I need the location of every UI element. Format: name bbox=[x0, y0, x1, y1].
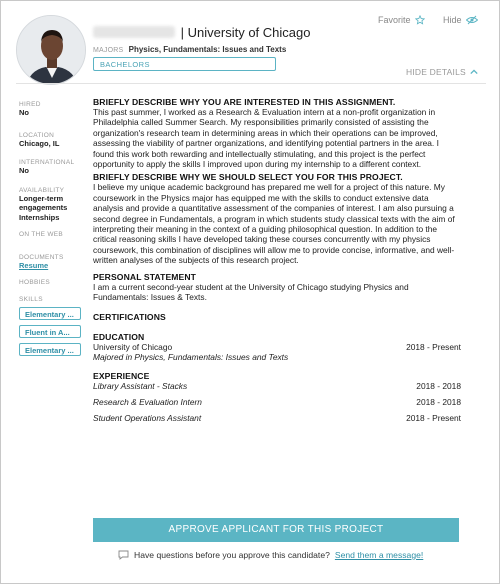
education-row: University of Chicago 2018 - Present bbox=[93, 342, 461, 352]
avatar-photo bbox=[17, 16, 85, 84]
approve-applicant-button[interactable]: APPROVE APPLICANT FOR THIS PROJECT bbox=[93, 518, 459, 542]
availability-line: engagements bbox=[19, 203, 68, 212]
hide-button[interactable]: Hide bbox=[443, 15, 478, 25]
avatar bbox=[16, 15, 86, 85]
chevron-up-icon bbox=[470, 69, 478, 75]
international-value: No bbox=[19, 166, 29, 175]
experience-title: Student Operations Assistant bbox=[93, 413, 202, 424]
experience-dates: 2018 - 2018 bbox=[416, 381, 461, 392]
candidate-name-redacted bbox=[93, 26, 175, 38]
question-heading: BRIEFLY DESCRIBE WHY WE SHOULD SELECT YO… bbox=[93, 172, 403, 183]
question-heading: BRIEFLY DESCRIBE WHY YOU ARE INTERESTED … bbox=[93, 97, 396, 107]
experience-title: Library Assistant - Stacks bbox=[93, 381, 188, 392]
experience-row: Research & Evaluation Intern 2018 - 2018 bbox=[93, 397, 461, 407]
degree-badge: BACHELORS bbox=[93, 57, 276, 71]
chat-bubble-icon bbox=[118, 550, 129, 560]
skill-tag[interactable]: Fluent in A... bbox=[19, 325, 81, 338]
school-name: University of Chicago bbox=[187, 25, 311, 40]
location-label: LOCATION bbox=[19, 131, 55, 139]
personal-statement-heading: PERSONAL STATEMENT bbox=[93, 271, 197, 282]
availability-line: Longer-term bbox=[19, 193, 64, 203]
experience-row: Student Operations Assistant 2018 - Pres… bbox=[93, 413, 461, 423]
favorite-label: Favorite bbox=[378, 15, 411, 25]
documents-label: DOCUMENTS bbox=[19, 254, 64, 261]
star-icon bbox=[414, 15, 425, 25]
certifications-heading: CERTIFICATIONS bbox=[93, 311, 166, 322]
questions-footer: Have questions before you approve this c… bbox=[118, 550, 423, 560]
candidate-card: | University of Chicago MAJORS Physics, … bbox=[0, 0, 500, 584]
favorite-button[interactable]: Favorite bbox=[378, 15, 425, 25]
skill-tag[interactable]: Elementary ... bbox=[19, 307, 81, 320]
location-value: Chicago, IL bbox=[19, 138, 60, 148]
hide-details-label: HIDE DETAILS bbox=[406, 67, 466, 77]
skill-tag[interactable]: Elementary ... bbox=[19, 343, 81, 356]
hired-label: HIRED bbox=[19, 101, 41, 108]
hobbies-label: HOBBIES bbox=[19, 279, 50, 286]
experience-dates: 2018 - 2018 bbox=[416, 396, 461, 407]
resume-link[interactable]: Resume bbox=[19, 261, 85, 270]
question-answer: I believe my unique academic background … bbox=[93, 182, 455, 266]
experience-title: Research & Evaluation Intern bbox=[93, 396, 202, 407]
send-message-link[interactable]: Send them a message! bbox=[335, 550, 423, 560]
availability-label: AVAILABILITY bbox=[19, 186, 65, 194]
experience-row: Library Assistant - Stacks 2018 - 2018 bbox=[93, 381, 461, 391]
education-school: University of Chicago bbox=[93, 341, 173, 352]
availability-line: Internships bbox=[19, 212, 60, 222]
eye-slash-icon bbox=[465, 15, 478, 25]
majors-line: MAJORS Physics, Fundamentals: Issues and… bbox=[93, 45, 286, 54]
hide-label: Hide bbox=[443, 15, 462, 25]
majors-label: MAJORS bbox=[93, 47, 124, 54]
question-answer: This past summer, I worked as a Research… bbox=[93, 107, 439, 170]
candidate-name-line: | University of Chicago bbox=[93, 25, 310, 40]
name-separator: | bbox=[180, 25, 185, 40]
experience-dates: 2018 - Present bbox=[406, 413, 461, 424]
questions-text: Have questions before you approve this c… bbox=[134, 550, 330, 560]
education-heading: EDUCATION bbox=[93, 331, 145, 342]
education-dates: 2018 - Present bbox=[406, 341, 461, 352]
skills-label: SKILLS bbox=[19, 296, 43, 303]
international-label: INTERNATIONAL bbox=[19, 159, 75, 166]
header-divider bbox=[16, 83, 486, 84]
education-detail: Majored in Physics, Fundamentals: Issues… bbox=[93, 351, 289, 362]
hide-details-toggle[interactable]: HIDE DETAILS bbox=[406, 67, 478, 77]
on-the-web-label: ON THE WEB bbox=[19, 231, 64, 238]
personal-statement-text: I am a current second-year student at th… bbox=[93, 281, 409, 303]
candidate-sidebar: HIRED No LOCATION Chicago, IL INTERNATIO… bbox=[19, 101, 85, 361]
application-content: BRIEFLY DESCRIBE WHY YOU ARE INTERESTED … bbox=[93, 97, 461, 424]
majors-value: Physics, Fundamentals: Issues and Texts bbox=[128, 45, 287, 54]
hired-value: No bbox=[19, 108, 29, 117]
experience-heading: EXPERIENCE bbox=[93, 371, 150, 382]
